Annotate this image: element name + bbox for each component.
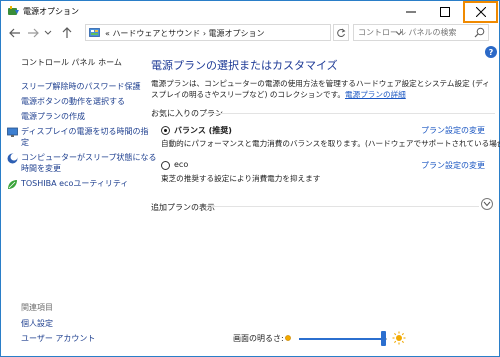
brightness-label: 画面の明るさ: (233, 334, 284, 343)
address-bar[interactable]: « ハードウェアとサウンド › 電源オプション (85, 24, 403, 41)
forward-button[interactable] (25, 25, 41, 41)
brightness-slider-fill (299, 338, 383, 340)
close-button[interactable] (463, 1, 498, 23)
sidebar-item-sleep-time[interactable]: コンピューターがスリープ状態になる 時間を変更 (21, 152, 157, 174)
sidebar-item-toshiba-eco[interactable]: TOSHIBA ecoユーティリティ (21, 178, 128, 189)
close-icon (475, 7, 486, 17)
sidebar-item-user-accounts[interactable]: ユーザー アカウント (21, 333, 95, 344)
sidebar-item-power-buttons[interactable]: 電源ボタンの動作を選択する (21, 96, 125, 107)
up-arrow-icon (62, 27, 72, 38)
show-more-plans-label[interactable]: 追加プランの表示 (151, 202, 215, 213)
minimize-icon (406, 11, 416, 12)
search-icon[interactable] (474, 27, 485, 38)
brightness-slider-thumb[interactable] (380, 331, 386, 346)
chevron-down-icon (483, 201, 491, 207)
maximize-button[interactable] (428, 1, 462, 22)
title-bar: 電源オプション (1, 1, 499, 23)
divider (203, 113, 495, 114)
divider (211, 206, 479, 207)
back-button[interactable] (7, 25, 23, 41)
plan-name[interactable]: バランス (推奨) (174, 125, 232, 136)
brightness-low-icon (285, 335, 291, 341)
sidebar-item-wake-password[interactable]: スリープ解除時のパスワード保護 (21, 81, 141, 92)
chevron-down-icon (44, 30, 52, 35)
page-title: 電源プランの選択またはカスタマイズ (151, 59, 338, 72)
sidebar-item-label: ディスプレイの電源を切る時間の指 (21, 127, 149, 136)
sidebar-item-label: コンピューターがスリープ状態になる (21, 153, 157, 162)
window-frame: 電源オプション « ハードウェアとサウンド › 電源オプション コントロール パ… (0, 0, 500, 357)
plan-details-link[interactable]: 電源プランの詳細 (345, 90, 406, 99)
eco-leaf-icon (8, 180, 17, 189)
recent-locations-button[interactable] (43, 25, 53, 41)
minimize-button[interactable] (394, 1, 428, 22)
refresh-button[interactable] (333, 24, 349, 41)
search-input[interactable] (358, 27, 468, 38)
related-heading: 関連項目 (21, 303, 53, 312)
sidebar-item-label: 時間を変更 (21, 164, 61, 173)
plan-settings-link[interactable]: プラン設定の変更 (421, 160, 485, 171)
control-panel-icon (89, 28, 100, 37)
brightness-slider[interactable] (299, 338, 387, 340)
expand-plans-button[interactable] (481, 198, 493, 210)
plan-eco-radio[interactable] (161, 161, 170, 170)
main-content: 電源プランの選択またはカスタマイズ 電源プランは、コンピューターの電源の使用方法… (151, 44, 500, 356)
sidebar-item-create-plan[interactable]: 電源プランの作成 (21, 111, 85, 122)
plan-name[interactable]: eco (174, 160, 188, 169)
breadcrumb: « ハードウェアとサウンド › 電源オプション (105, 29, 265, 38)
sidebar-item-label: 定 (21, 138, 29, 147)
sidebar-item-personalization[interactable]: 個人設定 (21, 318, 53, 329)
description-text: 電源プランは、コンピューターの電源の使用方法を管理するハードウェア設定とシステム… (151, 79, 490, 99)
page-description: 電源プランは、コンピューターの電源の使用方法を管理するハードウェア設定とシステム… (151, 78, 495, 100)
forward-arrow-icon (28, 28, 39, 38)
refresh-icon (337, 28, 346, 37)
address-row: « ハードウェアとサウンド › 電源オプション (1, 22, 499, 44)
sidebar-item-display-off[interactable]: ディスプレイの電源を切る時間の指 定 (21, 126, 148, 148)
sidebar: コントロール パネル ホーム スリープ解除時のパスワード保護 電源ボタンの動作を… (1, 44, 157, 356)
window-title: 電源オプション (23, 7, 79, 16)
plan-balanced-radio[interactable] (161, 126, 170, 135)
plan-description: 東芝の推奨する設定により消費電力を抑えます (161, 174, 321, 183)
plan-settings-link[interactable]: プラン設定の変更 (421, 125, 485, 136)
sidebar-home-link[interactable]: コントロール パネル ホーム (21, 57, 122, 68)
brightness-high-icon (392, 331, 406, 345)
plan-description: 自動的にパフォーマンスと電力消費のバランスを取ります。(ハードウェアでサポートさ… (161, 139, 500, 148)
maximize-icon (440, 6, 450, 17)
sleep-moon-icon (7, 153, 18, 164)
power-options-app-icon (8, 6, 19, 15)
up-button[interactable] (59, 25, 75, 41)
search-box[interactable] (353, 24, 489, 41)
back-arrow-icon (9, 28, 20, 38)
display-power-icon (7, 127, 18, 137)
